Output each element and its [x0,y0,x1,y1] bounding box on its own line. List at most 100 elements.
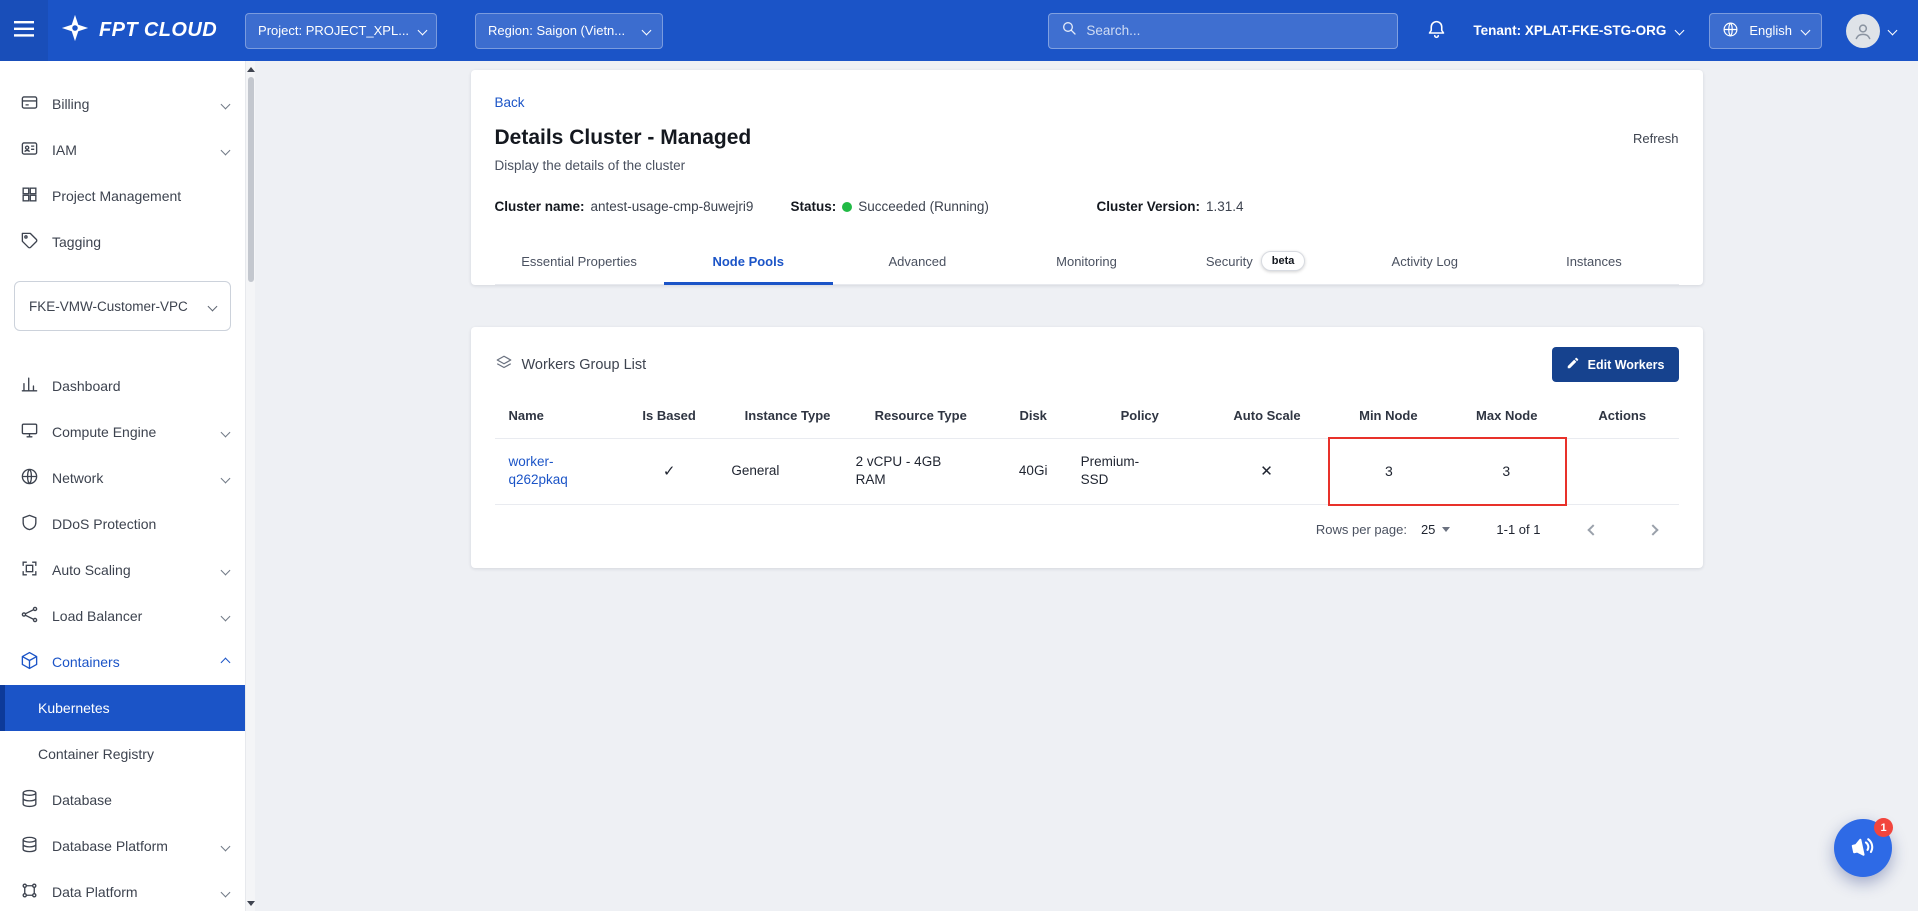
scroll-down-arrow[interactable] [246,897,256,909]
cell-auto-scale: ✕ [1205,438,1329,505]
back-link[interactable]: Back [495,95,525,110]
tab-essential-properties[interactable]: Essential Properties [495,238,664,284]
sidebar-item-ddos-protection[interactable]: DDoS Protection [0,501,245,547]
chevron-down-icon [1888,26,1898,36]
language-selector[interactable]: English [1709,13,1822,49]
triangle-down-icon [247,901,255,906]
column-header-disk: Disk [992,390,1075,438]
vpc-select[interactable]: FKE-VMW-Customer-VPC [14,281,231,331]
region-selector-label: Region: Saigon (Vietn... [488,23,625,38]
cluster-name-value: antest-usage-cmp-8uwejri9 [591,199,754,214]
edit-workers-button[interactable]: Edit Workers [1552,347,1679,382]
chevron-down-icon [208,301,218,311]
chevron-down-icon [221,427,231,437]
sidebar-item-tagging[interactable]: Tagging [0,219,245,265]
project-selector[interactable]: Project: PROJECT_XPL... [245,13,437,49]
sidebar-item-network[interactable]: Network [0,455,245,501]
rows-per-page-value: 25 [1421,522,1435,537]
tab-monitoring[interactable]: Monitoring [1002,238,1171,284]
tab-security[interactable]: Security beta [1171,238,1340,284]
triangle-up-icon [247,67,255,72]
sidebar-item-label: Compute Engine [52,424,156,440]
tab-label: Security [1206,254,1253,269]
vpc-select-value: FKE-VMW-Customer-VPC [29,299,188,314]
column-header-min-node: Min Node [1329,390,1447,438]
table-header-row: Name Is Based Instance Type Resource Typ… [495,390,1679,438]
sidebar-item-load-balancer[interactable]: Load Balancer [0,593,245,639]
sidebar-item-project-management[interactable]: Project Management [0,173,245,219]
sidebar-item-data-platform[interactable]: Data Platform [0,869,245,911]
tenant-selector[interactable]: Tenant: XPLAT-FKE-STG-ORG [1473,23,1683,38]
sidebar-item-database[interactable]: Database [0,777,245,823]
cell-actions [1566,438,1679,505]
page-subtitle: Display the details of the cluster [495,158,1679,173]
announcements-fab[interactable]: 1 [1834,819,1892,877]
next-page-button[interactable] [1645,522,1661,538]
chevron-down-icon [418,26,428,36]
column-header-instance-type: Instance Type [725,390,849,438]
tab-advanced[interactable]: Advanced [833,238,1002,284]
scrollbar-thumb[interactable] [248,77,254,282]
billing-icon [20,93,39,115]
cluster-details-card: Back Details Cluster - Managed Refresh D… [471,70,1703,285]
page-title: Details Cluster - Managed [495,126,752,150]
sidebar-item-label: Container Registry [38,746,154,762]
tab-label: Node Pools [712,254,784,269]
sidebar-item-label: Network [52,470,103,486]
sidebar-item-containers[interactable]: Containers [0,639,245,685]
sidebar-item-label: Billing [52,96,89,112]
sidebar-item-label: IAM [52,142,77,158]
tab-activity-log[interactable]: Activity Log [1340,238,1509,284]
search-input[interactable] [1086,23,1385,38]
notifications-button[interactable] [1426,19,1447,43]
pencil-icon [1566,356,1580,373]
top-bar: FPT CLOUD Project: PROJECT_XPL... Region… [0,0,1918,61]
column-header-name: Name [495,390,613,438]
hamburger-menu-button[interactable] [0,0,48,61]
main-content: Back Details Cluster - Managed Refresh D… [255,61,1918,911]
column-header-resource-type: Resource Type [850,390,992,438]
previous-page-button[interactable] [1585,522,1601,538]
region-selector[interactable]: Region: Saigon (Vietn... [475,13,663,49]
database-icon [20,789,39,811]
workers-table: Name Is Based Instance Type Resource Typ… [495,390,1679,506]
sidebar-item-label: Database [52,792,112,808]
sidebar-item-kubernetes[interactable]: Kubernetes [0,685,245,731]
notification-count-badge: 1 [1874,818,1893,837]
iam-icon [20,139,39,161]
worker-name-link[interactable]: worker-q262pkaq [509,453,589,491]
sidebar-item-auto-scaling[interactable]: Auto Scaling [0,547,245,593]
sidebar-item-dashboard[interactable]: Dashboard [0,363,245,409]
chevron-down-icon [1801,26,1811,36]
tab-node-pools[interactable]: Node Pools [664,238,833,284]
sidebar-scrollbar [245,61,255,911]
refresh-button[interactable]: Refresh [1633,131,1679,146]
sidebar-item-container-registry[interactable]: Container Registry [0,731,245,777]
column-header-is-based: Is Based [613,390,725,438]
logo-text: FPT CLOUD [99,19,217,42]
sidebar-item-label: Load Balancer [52,608,142,624]
pagination-range: 1-1 of 1 [1496,522,1540,537]
sidebar-item-label: Data Platform [52,884,138,900]
cross-icon: ✕ [1260,463,1273,480]
sidebar-item-compute-engine[interactable]: Compute Engine [0,409,245,455]
account-menu[interactable] [1846,14,1896,48]
data-platform-icon [20,881,39,903]
column-header-auto-scale: Auto Scale [1205,390,1329,438]
dashboard-icon [20,375,39,397]
tab-instances[interactable]: Instances [1509,238,1678,284]
rows-per-page-select[interactable]: 25 [1421,522,1450,537]
tab-label: Essential Properties [521,254,637,269]
sidebar-item-label: Containers [52,654,120,670]
sidebar-item-database-platform[interactable]: Database Platform [0,823,245,869]
sidebar: Billing IAM Project Management Tagging F… [0,61,255,911]
scroll-up-arrow[interactable] [246,63,256,75]
megaphone-icon [1850,834,1876,863]
bell-icon [1426,19,1447,43]
status-label: Status: [791,199,837,214]
sidebar-item-billing[interactable]: Billing [0,81,245,127]
sidebar-item-iam[interactable]: IAM [0,127,245,173]
sidebar-item-label: DDoS Protection [52,516,156,532]
status-green-dot [842,202,852,212]
tab-label: Instances [1566,254,1622,269]
